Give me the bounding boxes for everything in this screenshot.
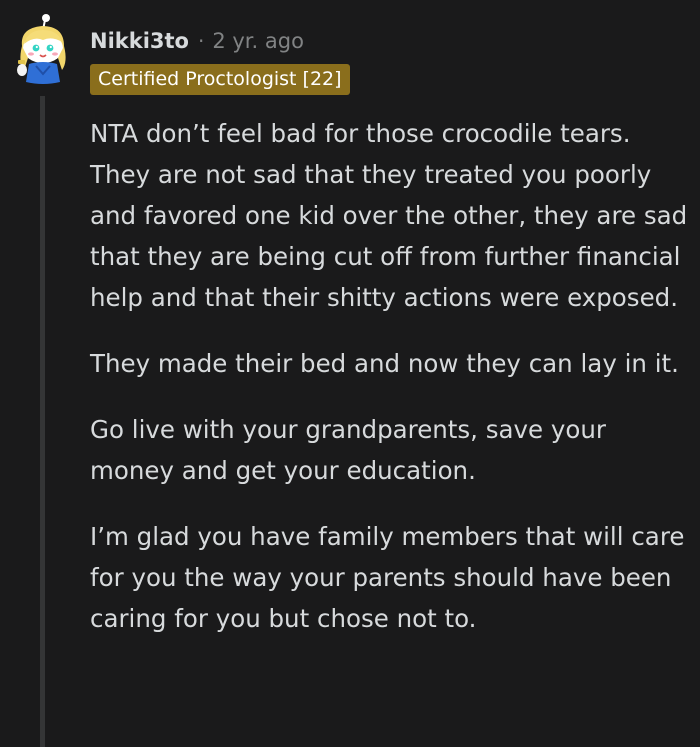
comment-paragraph: They made their bed and now they can lay… — [90, 349, 679, 378]
comment-body: NTA don’t feel bad for those crocodile t… — [90, 113, 690, 664]
comment-header: Nikki3to · 2 yr. ago — [90, 26, 304, 56]
user-flair: Certified Proctologist [22] — [90, 64, 350, 95]
comment: Nikki3to · 2 yr. ago Certified Proctolog… — [0, 0, 700, 747]
snoo-avatar-icon — [17, 14, 66, 84]
meta-separator: · — [197, 29, 205, 53]
comment-timestamp[interactable]: 2 yr. ago — [212, 29, 304, 53]
avatar[interactable] — [12, 10, 74, 86]
thread-collapse-line[interactable] — [40, 96, 45, 747]
comment-paragraph: Go live with your grandparents, save you… — [90, 415, 606, 485]
comment-paragraph: NTA don’t feel bad for those crocodile t… — [90, 119, 688, 312]
author-username[interactable]: Nikki3to — [90, 29, 189, 53]
comment-paragraph: I’m glad you have family members that wi… — [90, 522, 685, 633]
